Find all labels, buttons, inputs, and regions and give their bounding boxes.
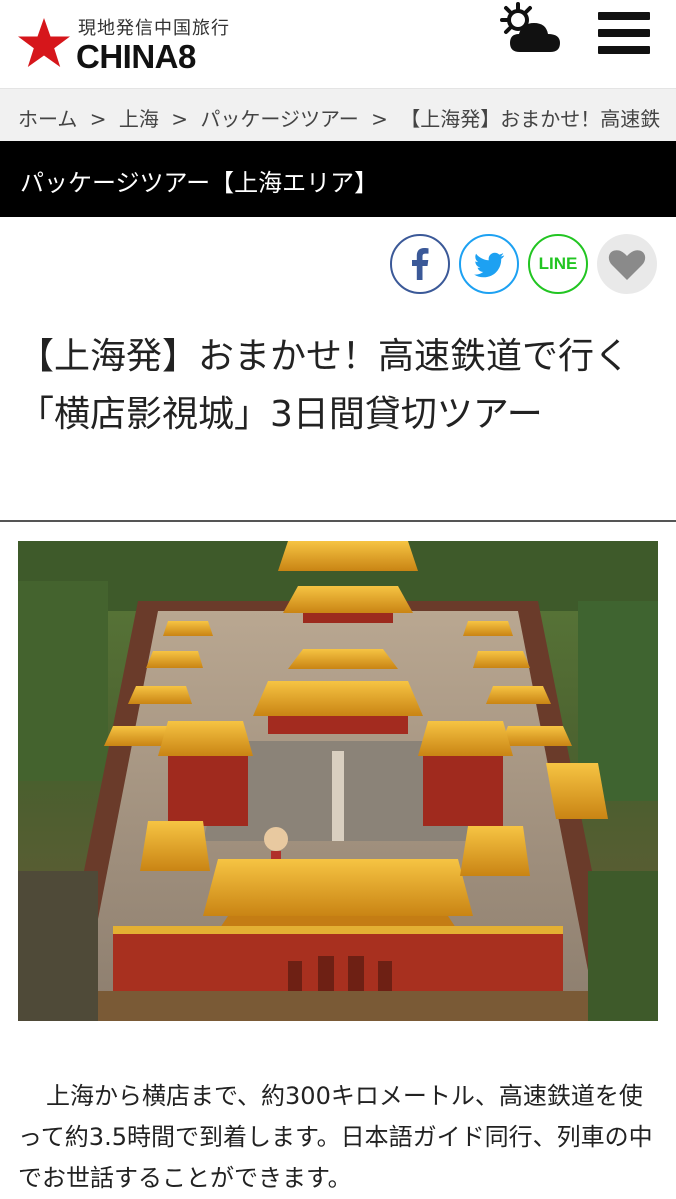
share-buttons: LINE [390,234,660,296]
twitter-bird-icon [474,252,505,278]
breadcrumb-separator: > [371,107,388,131]
partly-cloudy-icon[interactable] [496,2,568,58]
site-logo[interactable]: 現地発信中国旅行 CHINA8 [16,12,256,76]
breadcrumb-package-tours[interactable]: パッケージツアー [200,107,358,131]
hero-image-palace [18,541,658,1021]
article-title: 【上海発】おまかせ！高速鉄道で行く「横店影視城」3日間貸切ツアー [18,336,631,435]
facebook-icon [412,248,429,280]
category-bar: パッケージツアー【上海エリア】 [0,141,676,217]
logo-tagline: 現地発信中国旅行 [78,18,230,39]
breadcrumb: ホーム > 上海 > パッケージツアー > 【上海発】おまかせ！高速鉄 [0,88,676,141]
heart-icon [608,250,646,280]
facebook-share-button[interactable] [390,234,450,294]
hamburger-menu-icon[interactable] [598,12,650,56]
red-star-icon [18,18,70,67]
breadcrumb-home[interactable]: ホーム [18,107,77,131]
article-body: 上海から横店まで、約300キロメートル、高速鉄道を使って約3.5時間で到着します… [18,1082,653,1192]
breadcrumb-separator: > [89,107,107,131]
twitter-share-button[interactable] [459,234,519,294]
logo-wordmark: CHINA8 [76,38,196,75]
site-header: 現地発信中国旅行 CHINA8 [0,0,676,88]
line-label: LINE [538,254,578,273]
breadcrumb-separator: > [171,107,189,131]
category-title: パッケージツアー【上海エリア】 [20,169,379,197]
breadcrumb-current: 【上海発】おまかせ！高速鉄 [400,107,661,131]
title-divider [0,520,676,522]
breadcrumb-shanghai[interactable]: 上海 [119,107,159,131]
line-share-button[interactable]: LINE [528,234,588,294]
favorite-button[interactable] [597,234,657,294]
